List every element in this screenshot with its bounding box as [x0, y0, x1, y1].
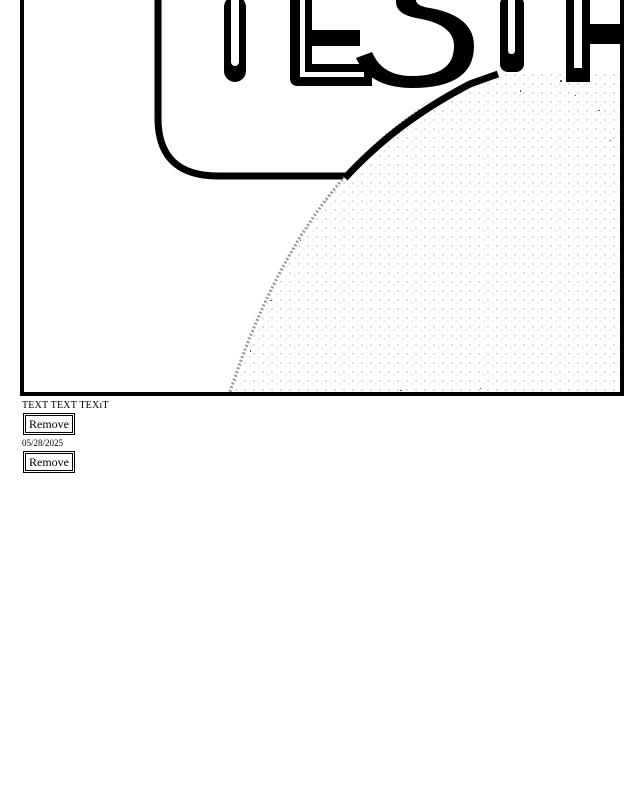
- item-date: 05/28/2025: [22, 438, 64, 448]
- remove-button[interactable]: Remove: [23, 451, 75, 473]
- remove-button[interactable]: Remove: [23, 413, 75, 435]
- image-preview: [0, 0, 635, 400]
- page: TEXT TEXT TEXıT Remove 05/28/2025 Remove: [0, 0, 635, 805]
- item-caption: TEXT TEXT TEXıT: [22, 400, 109, 411]
- test-image-graphic: [20, 0, 624, 396]
